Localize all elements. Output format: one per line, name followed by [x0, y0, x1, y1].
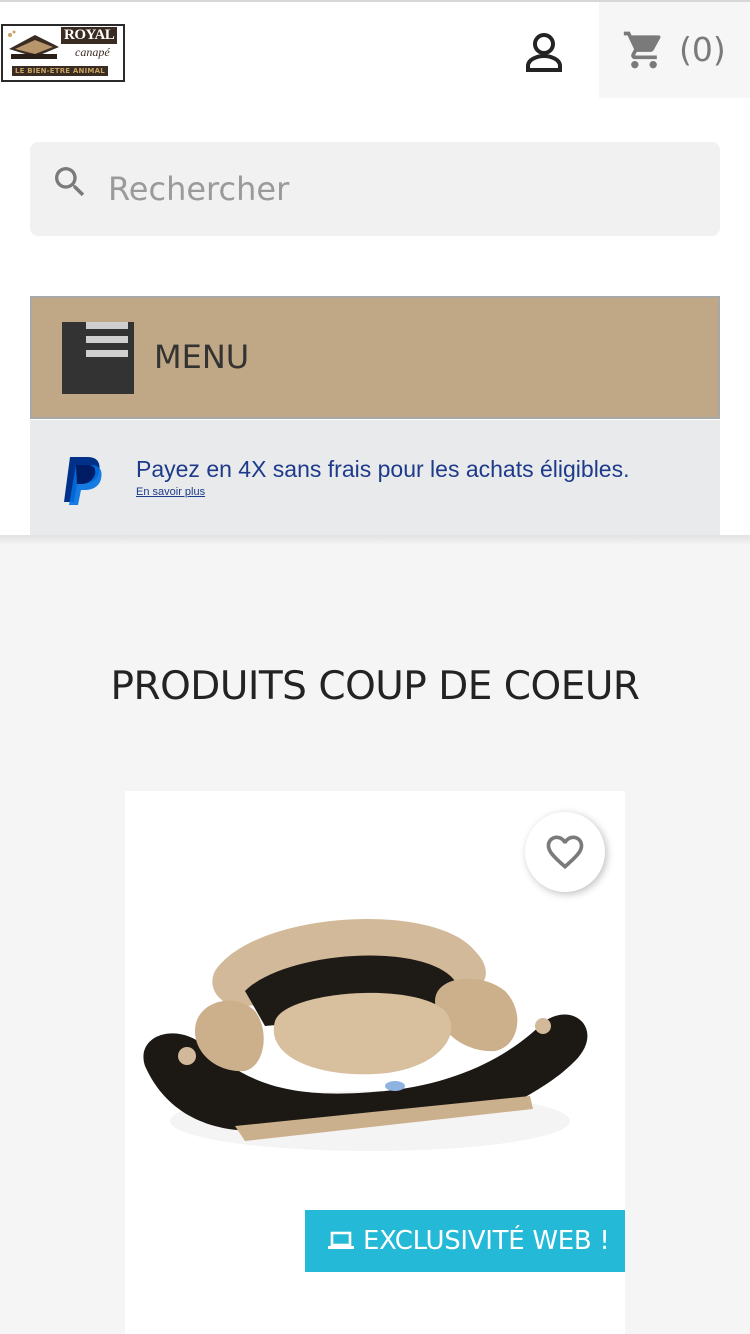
logo-brand: ROYAL [61, 27, 118, 44]
search-bar [30, 142, 720, 236]
product-image[interactable] [135, 841, 605, 1201]
shopping-cart-icon [623, 31, 661, 69]
badge-label: EXCLUSIVITÉ WEB ! [363, 1226, 610, 1256]
user-icon [526, 33, 562, 72]
section-title: PRODUITS COUP DE COEUR [110, 664, 640, 709]
site-logo[interactable]: ROYAL canapé LE BIEN-ETRE ANIMAL [1, 24, 125, 82]
search-icon[interactable] [50, 162, 90, 202]
laptop-icon [327, 1230, 355, 1252]
paypal-learn-more-link[interactable]: En savoir plus [136, 486, 205, 498]
account-button[interactable] [516, 32, 572, 76]
search-input[interactable] [108, 162, 698, 216]
product-card[interactable]: EXCLUSIVITÉ WEB ! [125, 791, 625, 1334]
web-exclusive-badge: EXCLUSIVITÉ WEB ! [305, 1210, 625, 1272]
paypal-message: Payez en 4X sans frais pour les achats é… [136, 456, 630, 482]
logo-subtitle: canapé [75, 45, 110, 59]
hamburger-icon [62, 322, 134, 394]
heart-icon [546, 835, 584, 870]
cart-button[interactable]: (0) [599, 2, 750, 100]
wishlist-button[interactable] [525, 812, 605, 892]
menu-toggle[interactable]: MENU [30, 296, 720, 419]
menu-label: MENU [154, 338, 250, 376]
cart-count: (0) [679, 30, 726, 69]
logo-sofa-image [8, 30, 59, 59]
paypal-banner: Payez en 4X sans frais pour les achats é… [30, 420, 720, 535]
logo-tagline: LE BIEN-ETRE ANIMAL [12, 66, 108, 76]
paypal-logo-icon [64, 457, 102, 505]
panel-shadow [0, 535, 750, 545]
